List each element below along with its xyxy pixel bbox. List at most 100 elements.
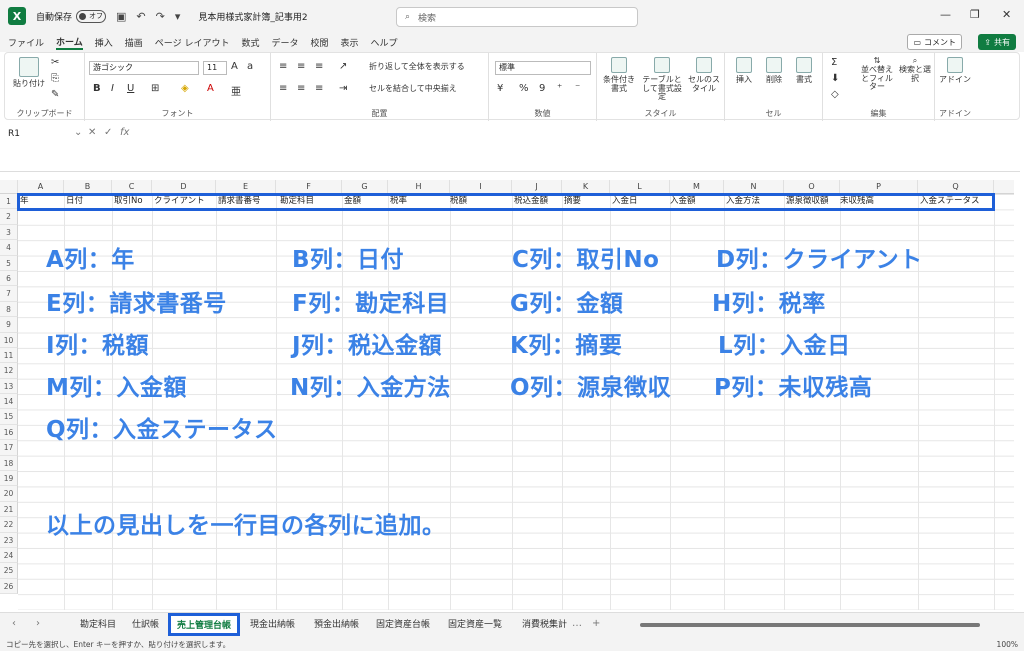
tab-file[interactable]: ファイル (8, 36, 44, 49)
row-header[interactable]: 5 (0, 255, 18, 271)
sort-filter-button[interactable]: ⇅ 並べ替えとフィルター (859, 56, 895, 92)
copy-icon[interactable]: ⎘ (51, 73, 59, 84)
cell-styles-button[interactable]: セルのスタイル (687, 57, 721, 93)
tab-data[interactable]: データ (271, 36, 298, 49)
font-size-select[interactable]: 11 (203, 61, 227, 75)
name-box[interactable]: R1 (4, 126, 72, 142)
merge-center-button[interactable]: セルを結合して中央揃え (369, 84, 457, 94)
indent-icon[interactable]: ⇥ (339, 83, 347, 94)
col-header-b[interactable]: B (64, 180, 112, 194)
currency-icon[interactable]: ¥ (497, 83, 503, 94)
row-header[interactable]: 24 (0, 547, 18, 564)
tab-formulas[interactable]: 数式 (241, 36, 259, 49)
sheet-tab-sales-ledger[interactable]: 売上管理台帳 (168, 613, 241, 636)
format-cells-button[interactable]: 書式 (791, 57, 817, 85)
tab-page-layout[interactable]: ページ レイアウト (155, 36, 230, 49)
row-header[interactable]: 18 (0, 455, 18, 472)
percent-icon[interactable]: % (519, 83, 529, 94)
sheet-tab-journal[interactable]: 仕訳帳 (132, 617, 159, 630)
align-right-icon[interactable]: ≡ (315, 83, 323, 94)
shrink-font-icon[interactable]: a (247, 61, 253, 72)
sheet-tab-deposit[interactable]: 預金出納帳 (314, 617, 359, 630)
col-header-a[interactable]: A (18, 180, 64, 194)
col-header-n[interactable]: N (724, 180, 784, 194)
wrap-text-button[interactable]: 折り返して全体を表示する (369, 62, 465, 72)
col-header-h[interactable]: H (388, 180, 450, 194)
minimize-icon[interactable]: — (940, 8, 951, 21)
align-bottom-icon[interactable]: ≡ (315, 61, 323, 72)
tab-help[interactable]: ヘルプ (371, 36, 398, 49)
col-header-g[interactable]: G (342, 180, 388, 194)
row-header[interactable]: 10 (0, 332, 18, 348)
decrease-decimal-icon[interactable]: ⁻ (575, 83, 580, 94)
comma-icon[interactable]: 9 (539, 83, 545, 94)
col-header-f[interactable]: F (276, 180, 342, 194)
more-sheets-icon[interactable]: … (572, 618, 582, 629)
customize-toolbar-icon[interactable]: ▾ (175, 10, 181, 23)
row-header[interactable]: 25 (0, 563, 18, 579)
format-as-table-button[interactable]: テーブルとして書式設定 (641, 57, 683, 102)
cancel-icon[interactable]: ✕ (88, 127, 96, 138)
format-painter-icon[interactable]: ✎ (51, 89, 59, 100)
comment-button[interactable]: ▭ コメント (907, 34, 962, 50)
cut-icon[interactable]: ✂ (51, 57, 59, 68)
sheet-tab-fixed-assets[interactable]: 固定資産台帳 (376, 617, 430, 630)
align-top-icon[interactable]: ≡ (279, 61, 287, 72)
redo-icon[interactable]: ↷ (156, 10, 165, 23)
close-icon[interactable]: ✕ (1002, 8, 1011, 21)
italic-icon[interactable]: I (111, 83, 114, 94)
fill-color-icon[interactable]: ◈ (181, 83, 189, 94)
row-header[interactable]: 14 (0, 394, 18, 410)
tab-home[interactable]: ホーム (56, 35, 83, 50)
insert-function-icon[interactable]: fx (120, 127, 129, 138)
col-header-p[interactable]: P (840, 180, 918, 194)
row-header[interactable]: 3 (0, 224, 18, 241)
row-header[interactable]: 4 (0, 240, 18, 256)
enter-icon[interactable]: ✓ (104, 127, 112, 138)
row-header[interactable]: 21 (0, 501, 18, 518)
row-header[interactable]: 6 (0, 270, 18, 287)
col-header-c[interactable]: C (112, 180, 152, 194)
row-header[interactable]: 15 (0, 409, 18, 425)
font-family-select[interactable]: 游ゴシック (89, 61, 199, 75)
row-header[interactable]: 7 (0, 286, 18, 302)
col-header-i[interactable]: I (450, 180, 512, 194)
name-box-dropdown-icon[interactable]: ⌄ (74, 127, 82, 138)
save-icon[interactable]: ▣ (116, 10, 126, 23)
tab-draw[interactable]: 描画 (125, 36, 143, 49)
col-header-q[interactable]: Q (918, 180, 994, 194)
row-header[interactable]: 19 (0, 471, 18, 487)
row-header[interactable]: 17 (0, 440, 18, 456)
row-header[interactable]: 2 (0, 209, 18, 225)
row-header[interactable]: 16 (0, 424, 18, 441)
col-header-o[interactable]: O (784, 180, 840, 194)
sheet-tab-accounts[interactable]: 勘定科目 (80, 617, 116, 630)
bold-icon[interactable]: B (93, 83, 101, 94)
autosum-icon[interactable]: Σ (831, 57, 837, 68)
sheet-tab-consumption-tax[interactable]: 消費税集計 (522, 617, 567, 630)
restore-icon[interactable]: ❐ (970, 8, 980, 21)
tab-review[interactable]: 校閲 (311, 36, 329, 49)
grow-font-icon[interactable]: A (231, 61, 238, 72)
align-middle-icon[interactable]: ≡ (297, 61, 305, 72)
row-header[interactable]: 12 (0, 363, 18, 379)
col-header-m[interactable]: M (670, 180, 724, 194)
row-header[interactable]: 11 (0, 347, 18, 364)
row-header[interactable]: 26 (0, 578, 18, 595)
col-header-l[interactable]: L (610, 180, 670, 194)
paste-button[interactable]: 貼り付け (13, 57, 45, 89)
row-header[interactable]: 9 (0, 317, 18, 333)
autosave-toggle[interactable]: オフ (76, 9, 107, 23)
select-all-corner[interactable] (0, 180, 18, 194)
row-header[interactable]: 20 (0, 486, 18, 502)
search-input[interactable]: ⌕ 検索 (396, 7, 638, 27)
col-header-e[interactable]: E (216, 180, 276, 194)
formula-input[interactable] (138, 124, 1020, 172)
addins-button[interactable]: アドイン (939, 57, 971, 85)
increase-decimal-icon[interactable]: ⁺ (557, 83, 562, 94)
sheet-tab-cash[interactable]: 現金出納帳 (250, 617, 295, 630)
row-header[interactable]: 22 (0, 517, 18, 533)
phonetic-icon[interactable]: 亜 (231, 83, 241, 98)
tab-view[interactable]: 表示 (341, 36, 359, 49)
col-header-d[interactable]: D (152, 180, 216, 194)
